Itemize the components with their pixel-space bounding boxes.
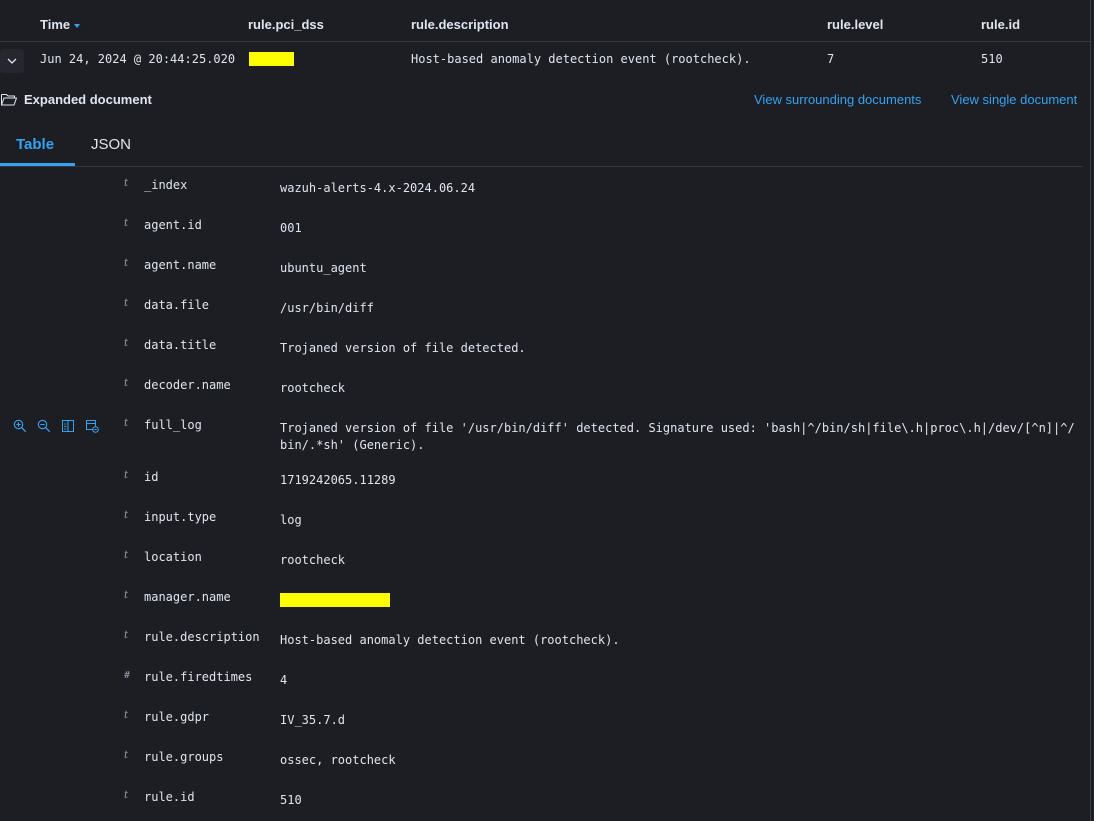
field-name: agent.name <box>144 258 217 272</box>
view-single-document-link[interactable]: View single document <box>951 92 1077 107</box>
field-value-link[interactable]: ubuntu_agent <box>280 260 1080 277</box>
number-type-icon: # <box>124 670 131 681</box>
field-value: rootcheck <box>280 381 346 395</box>
field-value: ossec, rootcheck <box>280 753 396 767</box>
column-header-label: Time <box>40 17 71 32</box>
table-header: Time rule.pci_dss rule.description rule.… <box>0 0 1090 42</box>
field-name: manager.name <box>144 590 231 604</box>
column-header-description[interactable]: rule.description <box>411 17 509 32</box>
field-name: rule.gdpr <box>144 710 210 724</box>
expanded-document-header: Expanded document View surrounding docum… <box>0 90 1090 110</box>
cell-description: Host-based anomaly detection event (root… <box>411 52 751 66</box>
cell-rule-id-link[interactable]: 510 <box>981 52 1003 66</box>
field-actions <box>13 419 99 433</box>
field-value: Host-based anomaly detection event (root… <box>280 633 620 647</box>
collapse-row-button[interactable] <box>0 49 24 73</box>
string-type-icon: t <box>124 590 129 601</box>
tab-json[interactable]: JSON <box>91 136 131 153</box>
string-type-icon: t <box>124 258 129 269</box>
field-name: id <box>144 470 159 484</box>
string-type-icon: t <box>124 298 129 309</box>
string-type-icon: t <box>124 338 129 349</box>
field-name: data.title <box>144 338 217 352</box>
string-type-icon: t <box>124 710 129 721</box>
highlighted-value: ip-172-31-32-95 <box>280 593 391 607</box>
string-type-icon: t <box>124 750 129 761</box>
string-type-icon: t <box>124 378 129 389</box>
string-type-icon: t <box>124 470 129 481</box>
cell-pci-dss: 10.6.1 <box>249 52 295 66</box>
string-type-icon: t <box>124 630 129 641</box>
field-value: log <box>280 513 302 527</box>
folder-open-icon <box>1 94 17 106</box>
field-value: Trojaned version of file detected. <box>280 341 526 355</box>
zoom-out-icon[interactable] <box>37 419 51 433</box>
field-name: _index <box>144 178 188 192</box>
field-name: rule.description <box>144 630 260 644</box>
field-value: /usr/bin/diff <box>280 301 374 315</box>
sort-down-icon[interactable] <box>74 23 81 28</box>
discover-document-view: Time rule.pci_dss rule.description rule.… <box>0 0 1094 821</box>
string-type-icon: t <box>124 550 129 561</box>
field-value: Trojaned version of file '/usr/bin/diff'… <box>280 421 1075 452</box>
highlighted-value: 10.6.1 <box>249 52 295 66</box>
field-name: rule.firedtimes <box>144 670 253 684</box>
field-value: 4 <box>280 673 288 687</box>
field-value-link[interactable]: 510 <box>280 792 1080 809</box>
string-type-icon: t <box>124 218 129 229</box>
column-header-id[interactable]: rule.id <box>981 17 1020 32</box>
tab-table[interactable]: Table <box>16 136 54 153</box>
cell-time: Jun 24, 2024 @ 20:44:25.020 <box>40 52 236 66</box>
field-value: ip-172-31-32-95 <box>280 592 1080 609</box>
filter-exists-icon[interactable] <box>85 419 99 433</box>
active-tab-indicator <box>0 163 75 166</box>
field-name: rule.groups <box>144 750 224 764</box>
field-value: rootcheck <box>280 553 346 567</box>
scroll-divider <box>1090 0 1091 821</box>
cell-level: 7 <box>827 52 835 66</box>
expanded-document-title: Expanded document <box>24 92 152 107</box>
string-type-icon: t <box>124 178 129 189</box>
column-header-pci-dss[interactable]: rule.pci_dss <box>248 17 324 32</box>
field-name: agent.id <box>144 218 202 232</box>
zoom-in-icon[interactable] <box>13 419 27 433</box>
chevron-down-icon <box>7 58 17 64</box>
field-name: full_log <box>144 418 202 432</box>
string-type-icon: t <box>124 510 129 521</box>
table-row: Jun 24, 2024 @ 20:44:25.020 10.6.1 Host-… <box>0 42 1090 76</box>
string-type-icon: t <box>124 418 129 429</box>
field-name: location <box>144 550 202 564</box>
toggle-column-icon[interactable] <box>61 419 75 433</box>
field-value-link[interactable]: 001 <box>280 220 1080 237</box>
column-header-level[interactable]: rule.level <box>827 17 883 32</box>
column-header-time[interactable]: Time <box>40 17 81 32</box>
field-name: rule.id <box>144 790 195 804</box>
string-type-icon: t <box>124 790 129 801</box>
view-surrounding-documents-link[interactable]: View surrounding documents <box>754 92 921 107</box>
document-tabs: Table JSON <box>0 125 1083 167</box>
field-value: wazuh-alerts-4.x-2024.06.24 <box>280 181 476 195</box>
field-name: decoder.name <box>144 378 231 392</box>
field-value: 1719242065.11289 <box>280 473 396 487</box>
field-value: IV_35.7.d <box>280 713 346 727</box>
field-name: input.type <box>144 510 217 524</box>
field-name: data.file <box>144 298 210 312</box>
